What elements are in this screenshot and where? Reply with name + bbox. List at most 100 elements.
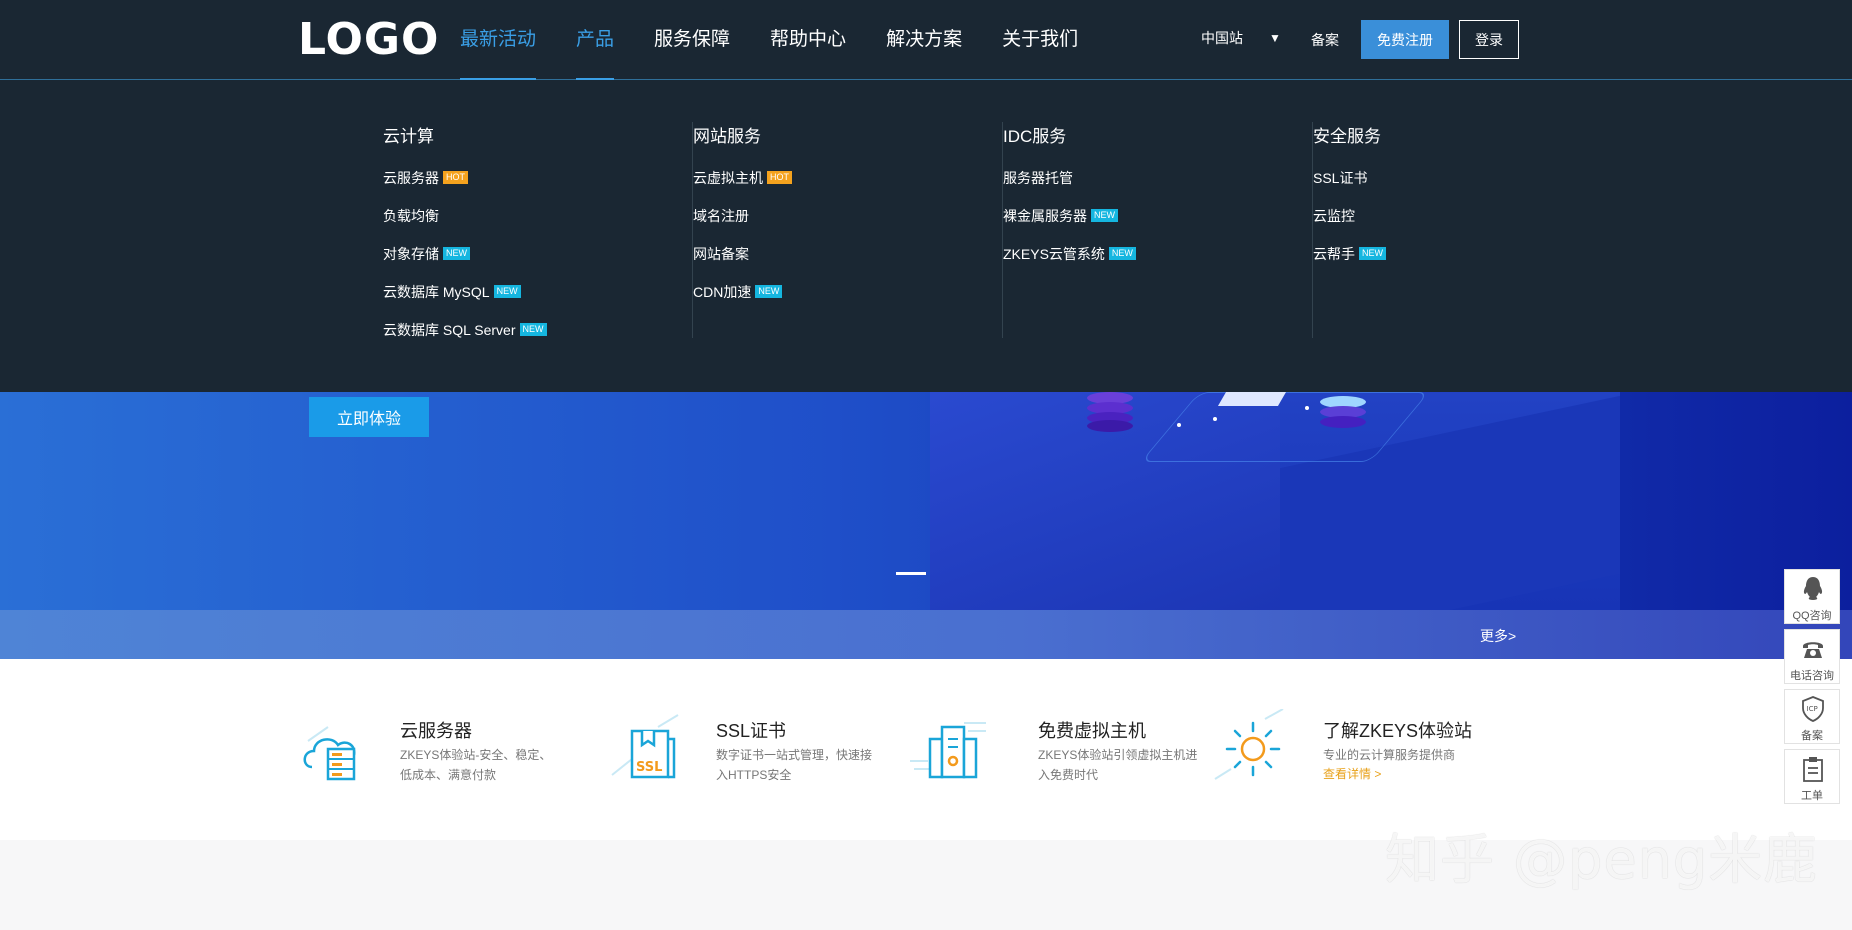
sidebar-item-label: 备案 [1801, 730, 1823, 742]
phone-consult-button[interactable]: 电话咨询 [1784, 629, 1840, 684]
feature-description: ZKEYS体验站引领虚拟主机进入免费时代 [1038, 748, 1198, 782]
dropdown-item-label: 云虚拟主机 [693, 170, 763, 186]
dropdown-item-label: 云服务器 [383, 170, 439, 186]
icp-filing-button[interactable]: ICP 备案 [1784, 689, 1840, 744]
main-nav: 最新活动 产品 服务保障 帮助中心 解决方案 关于我们 [460, 0, 1118, 81]
dropdown-column-security-services: 安全服务 SSL证书 云监控 云帮手 NEW [1313, 122, 1623, 338]
cloud-server-icon [303, 726, 356, 781]
feature-ssl-certificate[interactable]: SSL SSL证书 数字证书一站式管理，快速接入HTTPS安全 [608, 709, 872, 789]
nav-item-service-guarantee[interactable]: 服务保障 [654, 0, 730, 80]
qq-icon [1803, 577, 1823, 600]
hot-badge: HOT [767, 171, 792, 184]
dropdown-column-title: IDC服务 [1003, 127, 1067, 146]
dropdown-item-website-filing[interactable]: 网站备案 [693, 244, 1002, 282]
dropdown-item-cloud-monitor[interactable]: 云监控 [1313, 206, 1623, 244]
light-dot [1177, 423, 1181, 427]
nav-item-help-center[interactable]: 帮助中心 [770, 0, 846, 80]
icp-icon: ICP [1802, 696, 1824, 722]
phone-icon [1803, 642, 1823, 658]
database-icon [1087, 392, 1133, 432]
dropdown-column-cloud-computing: 云计算 云服务器 HOT 负载均衡 对象存储 NEW 云数据库 MySQL NEW 云… [383, 122, 693, 338]
notice-strip [0, 610, 1852, 659]
virtual-host-icon [910, 722, 986, 779]
nav-item-products[interactable]: 产品 [576, 0, 615, 81]
more-link[interactable]: 更多> [1480, 626, 1516, 646]
new-badge: NEW [1359, 247, 1386, 260]
site-selector[interactable]: 中国站 ▼ [1201, 28, 1281, 48]
feature-description: 专业的云计算服务提供商 [1323, 748, 1456, 762]
products-dropdown: 云计算 云服务器 HOT 负载均衡 对象存储 NEW 云数据库 MySQL NEW 云… [0, 80, 1852, 392]
server-block-decoration [1217, 392, 1287, 406]
sidebar-item-label: QQ咨询 [1792, 610, 1832, 622]
feature-description: ZKEYS体验站-安全、稳定、低成本、满意付款 [400, 748, 552, 782]
light-dot [1213, 417, 1217, 421]
top-header: LOGO 最新活动 产品 服务保障 帮助中心 解决方案 关于我们 中国站 ▼ 备… [0, 0, 1852, 81]
dropdown-item-cdn[interactable]: CDN加速 NEW [693, 282, 1002, 320]
dropdown-item-virtual-host[interactable]: 云虚拟主机 HOT [693, 168, 1002, 206]
dropdown-item-load-balancing[interactable]: 负载均衡 [383, 206, 692, 244]
nav-item-latest-activity[interactable]: 最新活动 [460, 0, 537, 81]
dropdown-item-label: 裸金属服务器 [1003, 208, 1087, 224]
dropdown-item-label: 对象存储 [383, 246, 439, 262]
feature-cloud-server[interactable]: 云服务器 ZKEYS体验站-安全、稳定、低成本、满意付款 [298, 709, 558, 789]
dropdown-item-label: ZKEYS云管系统 [1003, 246, 1105, 262]
dropdown-column-title: 云计算 [383, 127, 434, 146]
dropdown-item-label: 网站备案 [693, 246, 749, 262]
dropdown-item-label: 域名注册 [693, 208, 749, 224]
dropdown-item-cloud-mysql[interactable]: 云数据库 MySQL NEW [383, 282, 692, 320]
dropdown-item-cloud-server[interactable]: 云服务器 HOT [383, 168, 692, 206]
feature-title: 云服务器 [400, 721, 472, 741]
dropdown-item-object-storage[interactable]: 对象存储 NEW [383, 244, 692, 282]
dropdown-column-idc-services: IDC服务 服务器托管 裸金属服务器 NEW ZKEYS云管系统 NEW [1003, 122, 1313, 338]
feature-about-zkeys[interactable]: 了解ZKEYS体验站 专业的云计算服务提供商 查看详情 > [1213, 709, 1513, 789]
beian-link[interactable]: 备案 [1311, 30, 1339, 50]
site-selector-label: 中国站 [1201, 30, 1243, 46]
dropdown-item-ssl[interactable]: SSL证书 [1313, 168, 1623, 206]
light-dot [1305, 406, 1309, 410]
ssl-certificate-icon: SSL [611, 714, 679, 779]
new-badge: NEW [493, 285, 521, 298]
svg-text:SSL: SSL [636, 760, 662, 775]
dropdown-item-zkeys-cloud[interactable]: ZKEYS云管系统 NEW [1003, 244, 1312, 282]
new-badge: NEW [755, 285, 783, 298]
sun-icon [1214, 709, 1284, 780]
feature-description: 数字证书一站式管理，快速接入HTTPS安全 [716, 748, 873, 782]
new-badge: NEW [1091, 209, 1118, 222]
dropdown-item-label: 云帮手 [1313, 246, 1355, 262]
sidebar-item-label: 电话咨询 [1790, 670, 1834, 682]
feature-title: SSL证书 [716, 721, 787, 741]
dropdown-item-label: 云数据库 MySQL [383, 284, 490, 300]
dropdown-item-cloud-sqlserver[interactable]: 云数据库 SQL Server NEW [383, 320, 692, 358]
dropdown-item-bare-metal[interactable]: 裸金属服务器 NEW [1003, 206, 1312, 244]
dropdown-item-label: 负载均衡 [383, 208, 439, 224]
ticket-button[interactable]: 工单 [1784, 749, 1840, 804]
nav-item-about-us[interactable]: 关于我们 [1002, 0, 1078, 80]
try-now-button[interactable]: 立即体验 [309, 397, 429, 437]
chevron-down-icon: ▼ [1269, 31, 1281, 45]
dropdown-item-label: 服务器托管 [1003, 170, 1073, 186]
feature-free-virtual-host[interactable]: 免费虚拟主机 ZKEYS体验站引领虚拟主机进入免费时代 [908, 709, 1197, 789]
logo[interactable]: LOGO [298, 14, 439, 65]
new-badge: NEW [519, 323, 547, 336]
clipboard-icon [1803, 757, 1823, 782]
dropdown-item-cloud-helper[interactable]: 云帮手 NEW [1313, 244, 1623, 282]
dropdown-item-label: CDN加速 [693, 284, 752, 300]
dropdown-item-label: 云数据库 SQL Server [383, 322, 516, 338]
watermark: 知乎 @peng米鹿 [1385, 828, 1819, 891]
dropdown-item-label: SSL证书 [1313, 170, 1368, 186]
login-button[interactable]: 登录 [1459, 20, 1519, 59]
dropdown-item-domain-registration[interactable]: 域名注册 [693, 206, 1002, 244]
hot-badge: HOT [443, 171, 468, 184]
qq-consult-button[interactable]: QQ咨询 [1784, 569, 1840, 624]
nav-item-solutions[interactable]: 解决方案 [886, 0, 962, 80]
hero-banner [0, 392, 1852, 610]
dropdown-item-server-hosting[interactable]: 服务器托管 [1003, 168, 1312, 206]
dropdown-item-label: 云监控 [1313, 208, 1355, 224]
new-badge: NEW [1108, 247, 1136, 260]
feature-title: 了解ZKEYS体验站 [1323, 721, 1473, 741]
view-details-link[interactable]: 查看详情 > [1323, 765, 1381, 782]
carousel-indicator[interactable] [896, 572, 926, 575]
floating-sidebar: QQ咨询 电话咨询 ICP 备案 工单 [1784, 569, 1840, 809]
new-badge: NEW [443, 247, 470, 260]
register-button[interactable]: 免费注册 [1361, 20, 1449, 59]
